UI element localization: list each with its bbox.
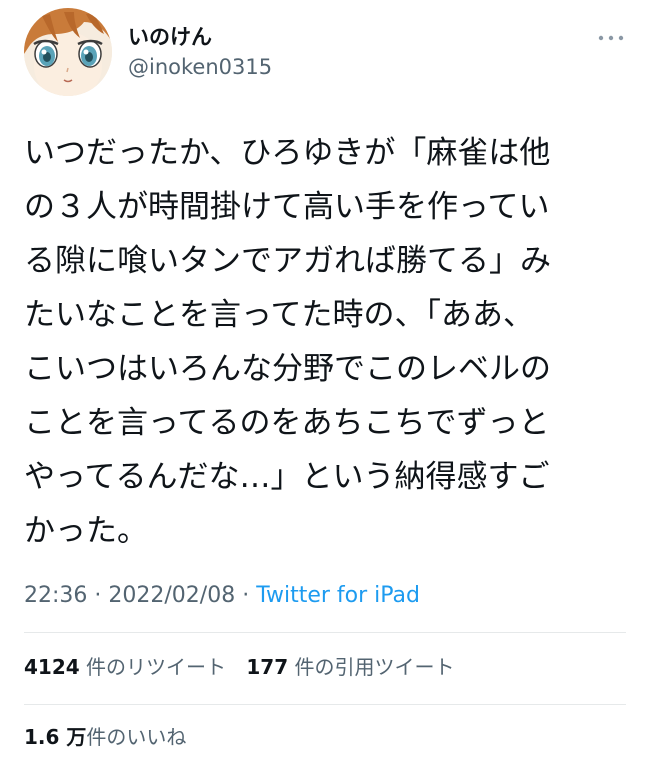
tweet-source-link[interactable]: Twitter for iPad: [256, 583, 420, 608]
stats-row-likes: 1.6 万件のいいね: [24, 722, 200, 752]
like-count: 1.6 万: [24, 725, 87, 749]
tweet-date[interactable]: 2022/02/08: [108, 583, 235, 608]
more-horizontal-icon[interactable]: [596, 28, 626, 48]
likes-stat[interactable]: 1.6 万件のいいね: [24, 722, 186, 752]
tweet-header: いのけん @inoken0315: [24, 8, 626, 98]
tweet-meta: 22:36 · 2022/02/08 · Twitter for iPad: [24, 580, 420, 612]
tweet-time[interactable]: 22:36: [24, 583, 87, 608]
anime-girl-avatar-icon: [24, 8, 112, 96]
retweets-stat[interactable]: 4124 件のリツイート: [24, 652, 226, 682]
like-label: 件のいいね: [86, 725, 187, 749]
stats-row-retweets: 4124 件のリツイート 177 件の引用ツイート: [24, 652, 469, 682]
quote-count: 177: [246, 655, 289, 679]
avatar[interactable]: [24, 8, 112, 96]
retweet-label: 件のリツイート: [86, 655, 227, 679]
divider: [24, 632, 626, 633]
quote-label: 件の引用ツイート: [294, 655, 455, 679]
retweet-count: 4124: [24, 655, 80, 679]
username[interactable]: @inoken0315: [128, 54, 272, 80]
divider: [24, 704, 626, 705]
meta-separator: ·: [87, 583, 109, 608]
display-name[interactable]: いのけん: [128, 24, 212, 50]
tweet-detail: いのけん @inoken0315 いつだったか、ひろゆきが「麻雀は他 の３人が時…: [0, 0, 650, 762]
quotes-stat[interactable]: 177 件の引用ツイート: [246, 652, 454, 682]
tweet-text: いつだったか、ひろゆきが「麻雀は他 の３人が時間掛けて高い手を作ってい る隙に喰…: [24, 135, 551, 549]
meta-separator: ·: [235, 583, 257, 608]
